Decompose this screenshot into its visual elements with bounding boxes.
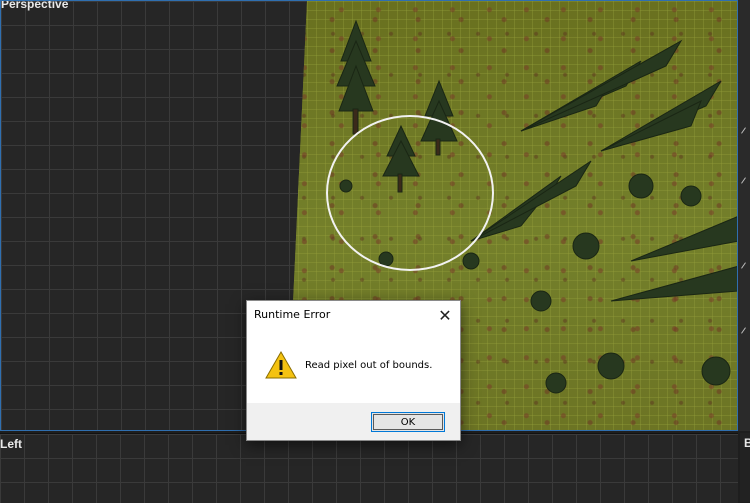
ok-button[interactable]: OK [371,412,445,432]
brush-cursor-ring [326,115,494,271]
viewport-label-left: Left [0,437,22,451]
viewport-label-perspective: Perspective [1,0,69,11]
back-viewport[interactable]: B [740,433,750,502]
runtime-error-dialog: Runtime Error ✕ Read pixel out of bounds… [246,300,461,441]
dialog-title: Runtime Error [254,308,331,321]
pine-tree [600,80,722,152]
dialog-titlebar[interactable]: Runtime Error ✕ [247,301,460,329]
close-button[interactable]: ✕ [430,301,460,329]
viewport-side-strip [738,0,750,431]
left-viewport[interactable]: Left [0,433,738,503]
dialog-footer: OK [247,403,460,440]
warning-icon [265,351,297,379]
pine-tree [610,216,737,302]
dialog-body: Read pixel out of bounds. [247,329,460,403]
viewport-label-back: B [744,436,750,450]
error-message: Read pixel out of bounds. [305,360,433,371]
pine-tree [520,39,683,132]
pine-tree [336,19,376,135]
